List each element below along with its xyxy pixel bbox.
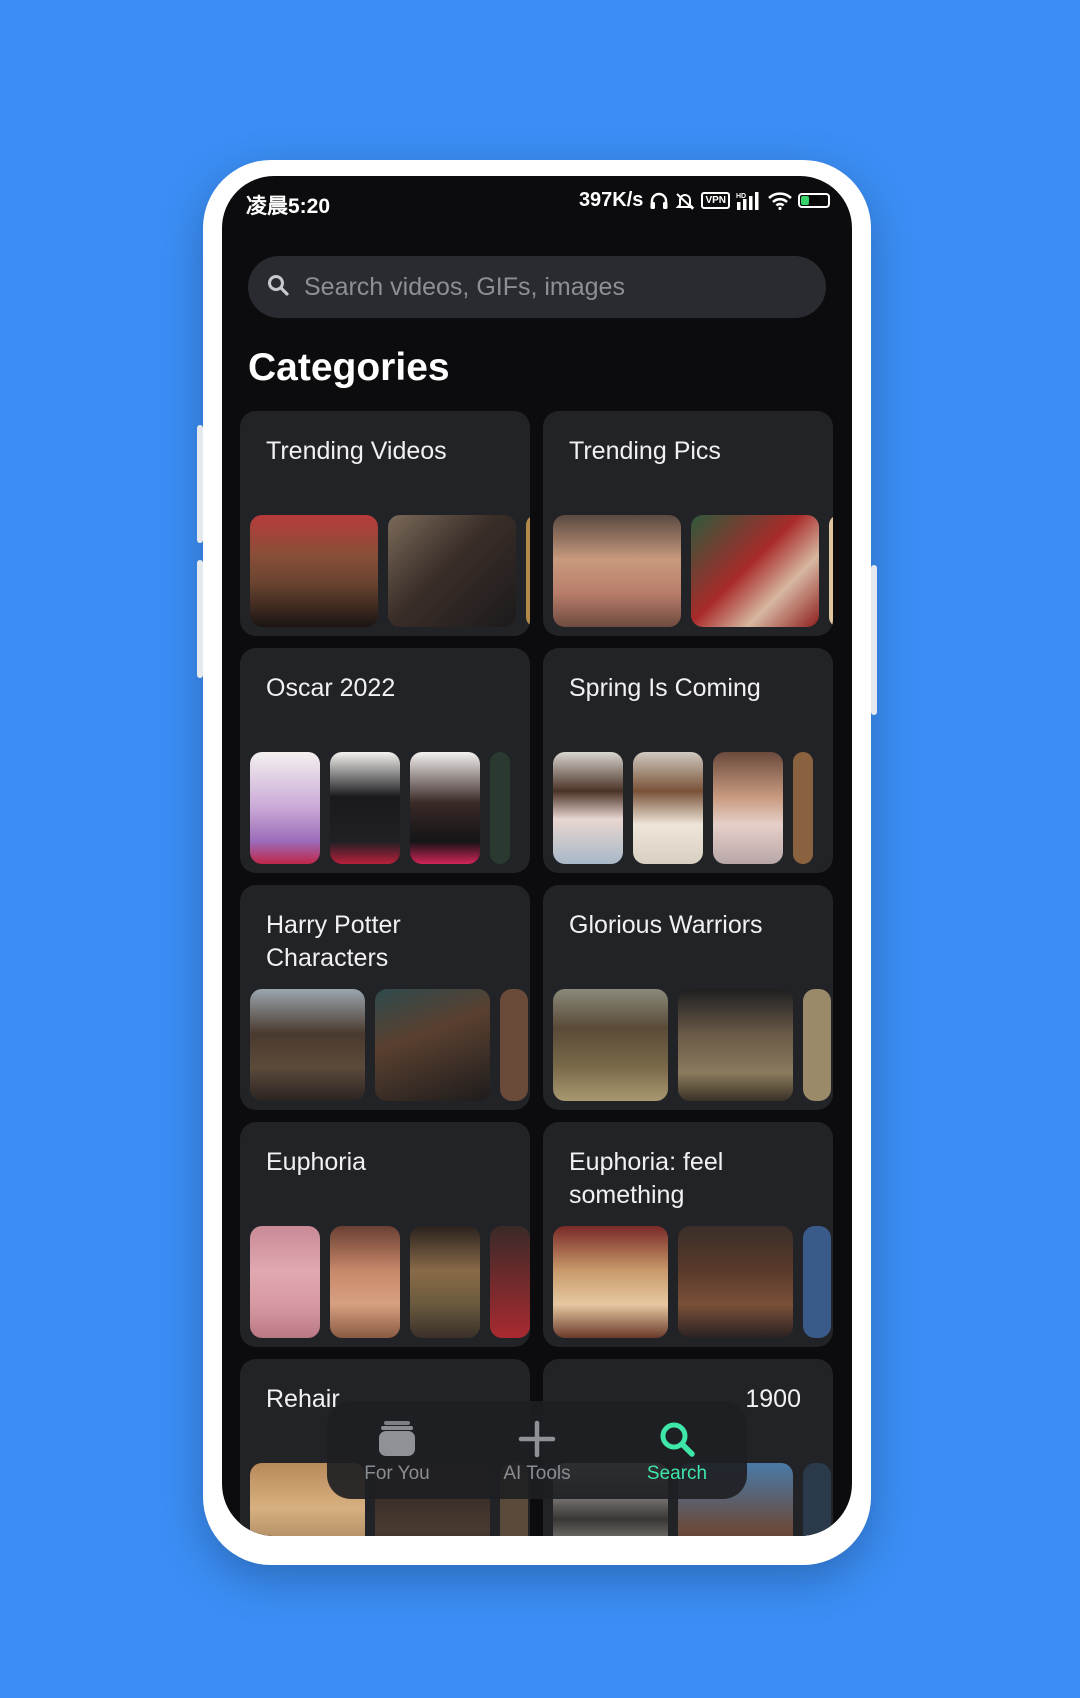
thumbnail-image: [250, 1226, 320, 1338]
category-label: Oscar 2022: [266, 674, 396, 702]
thumbnail-image: [803, 989, 831, 1101]
plus-icon: [518, 1419, 556, 1459]
wifi-icon: [768, 191, 792, 210]
thumbnail-image: [410, 1226, 480, 1338]
thumbnail-image: [250, 752, 320, 864]
nav-label: Search: [646, 1463, 708, 1484]
thumbnail-image: [678, 1226, 793, 1338]
thumbnail-strip: [250, 752, 510, 864]
search-icon: [658, 1419, 696, 1459]
page-title: Categories: [248, 346, 450, 389]
category-card-glorious-warriors[interactable]: Glorious Warriors: [543, 885, 833, 1110]
power-button: [871, 565, 877, 715]
thumbnail-image: [713, 752, 783, 864]
thumbnail-image: [553, 515, 681, 627]
thumbnail-image: [678, 989, 793, 1101]
thumbnail-strip: [553, 1226, 831, 1338]
category-label: 1900: [745, 1385, 801, 1413]
thumbnail-image: [803, 1463, 831, 1536]
app-screen: 凌晨5:20 397K/s VPN HD 29 Search videos, G…: [222, 176, 852, 1536]
volume-button: [197, 425, 203, 543]
thumbnail-image: [553, 752, 623, 864]
category-label: Euphoria: feel something: [569, 1148, 724, 1209]
bottom-nav: For You AI Tools Search: [327, 1401, 747, 1499]
category-card-trending-pics[interactable]: Trending Pics: [543, 411, 833, 636]
search-input[interactable]: Search videos, GIFs, images: [248, 256, 826, 318]
svg-text:HD: HD: [736, 193, 746, 200]
thumbnail-image: [330, 1226, 400, 1338]
category-label: Trending Videos: [266, 437, 447, 465]
nav-label: AI Tools: [503, 1463, 571, 1484]
nav-search[interactable]: Search: [607, 1401, 747, 1499]
category-label: Euphoria: [266, 1148, 367, 1176]
nav-ai-tools[interactable]: AI Tools: [467, 1401, 607, 1499]
category-card-oscar-2022[interactable]: Oscar 2022: [240, 648, 530, 873]
thumbnail-strip: [250, 989, 528, 1101]
thumbnail-image: [250, 989, 365, 1101]
category-card-euphoria-feel-something[interactable]: Euphoria: feel something: [543, 1122, 833, 1347]
thumbnail-image: [330, 752, 400, 864]
signal-icon: HD: [736, 191, 762, 210]
thumbnail-strip: [250, 1226, 530, 1338]
status-icons: 397K/s VPN HD 29: [579, 189, 830, 212]
net-speed: 397K/s: [578, 189, 644, 211]
thumbnail-image: [490, 1226, 530, 1338]
category-card-euphoria[interactable]: Euphoria: [240, 1122, 530, 1347]
category-card-trending-videos[interactable]: Trending Videos: [240, 411, 530, 636]
battery-level: 29: [808, 195, 820, 206]
status-time: 凌晨5:20: [246, 195, 331, 218]
thumbnail-strip: [553, 989, 831, 1101]
thumbnail-image: [375, 989, 490, 1101]
thumbnail-image: [410, 752, 480, 864]
category-card-spring-is-coming[interactable]: Spring Is Coming: [543, 648, 833, 873]
thumbnail-strip: [553, 752, 813, 864]
thumbnail-image: [633, 752, 703, 864]
thumbnail-image: [526, 515, 530, 627]
thumbnail-strip: [250, 515, 530, 627]
search-placeholder: Search videos, GIFs, images: [304, 272, 625, 301]
thumbnail-image: [829, 515, 833, 627]
thumbnail-image: [553, 1226, 668, 1338]
thumbnail-image: [490, 752, 510, 864]
search-icon: [266, 273, 290, 302]
stack-icon: [377, 1419, 417, 1459]
vpn-badge: VPN: [701, 192, 730, 209]
thumbnail-image: [250, 515, 378, 627]
nav-for-you[interactable]: For You: [327, 1401, 467, 1499]
thumbnail-image: [793, 752, 813, 864]
category-label: Harry Potter Characters: [266, 911, 401, 972]
phone-frame: 凌晨5:20 397K/s VPN HD 29 Search videos, G…: [197, 160, 877, 1565]
thumbnail-image: [553, 989, 668, 1101]
status-bar: 凌晨5:20 397K/s VPN HD 29: [222, 176, 852, 230]
thumbnail-image: [691, 515, 819, 627]
headphones-icon: [649, 192, 669, 210]
category-label: Spring Is Coming: [569, 674, 761, 702]
nav-label: For You: [364, 1463, 430, 1484]
battery-icon: 29: [798, 193, 830, 208]
category-label: Glorious Warriors: [569, 911, 763, 939]
thumbnail-strip: [553, 515, 833, 627]
category-card-harry-potter-characters[interactable]: Harry Potter Characters: [240, 885, 530, 1110]
thumbnail-image: [500, 989, 528, 1101]
mute-bell-icon: [675, 191, 695, 211]
thumbnail-image: [388, 515, 516, 627]
side-key: [197, 560, 203, 678]
category-label: Trending Pics: [569, 437, 721, 465]
thumbnail-image: [803, 1226, 831, 1338]
